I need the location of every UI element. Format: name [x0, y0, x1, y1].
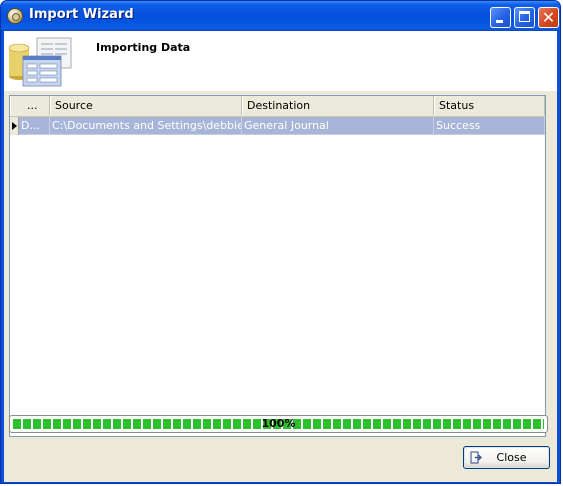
database-import-icon — [8, 37, 72, 87]
close-window-button[interactable]: ✕ — [538, 7, 559, 28]
cell-destination[interactable]: General Journal — [242, 117, 434, 135]
close-button[interactable]: Close — [463, 446, 550, 469]
column-header-source[interactable]: Source — [50, 96, 242, 115]
column-header-status[interactable]: Status — [434, 96, 545, 115]
cell-source[interactable]: C:\Documents and Settings\debbie_... — [50, 117, 242, 135]
import-grid[interactable]: ... Source Destination Status D... C:\Do… — [9, 95, 546, 437]
window-title: Import Wizard — [29, 7, 134, 22]
close-button-label: Close — [496, 451, 527, 464]
cell-col1[interactable]: D... — [19, 117, 50, 135]
import-wizard-window: Import Wizard ✕ Importing Data ... Sourc… — [0, 0, 561, 484]
minimize-button[interactable] — [490, 7, 511, 28]
progress-label: 100% — [261, 417, 296, 430]
maximize-icon — [519, 11, 530, 22]
column-header-destination[interactable]: Destination — [242, 96, 434, 115]
maximize-button[interactable] — [514, 7, 535, 28]
cell-status[interactable]: Success — [434, 117, 545, 135]
app-icon — [7, 8, 23, 24]
title-bar[interactable]: Import Wizard ✕ — [1, 1, 560, 31]
row-selector-arrow-icon — [10, 117, 19, 135]
table-row[interactable]: D... C:\Documents and Settings\debbie_..… — [10, 117, 545, 135]
column-header-1[interactable]: ... — [10, 96, 50, 115]
close-icon: ✕ — [541, 8, 556, 27]
window-client-area: Importing Data ... Source Destination St… — [4, 31, 557, 482]
minimize-icon — [496, 20, 503, 23]
page-title: Importing Data — [96, 41, 191, 54]
progress-bar: 100% — [9, 415, 548, 433]
wizard-header: Importing Data — [4, 31, 557, 91]
grid-header-row: ... Source Destination Status — [10, 96, 545, 117]
